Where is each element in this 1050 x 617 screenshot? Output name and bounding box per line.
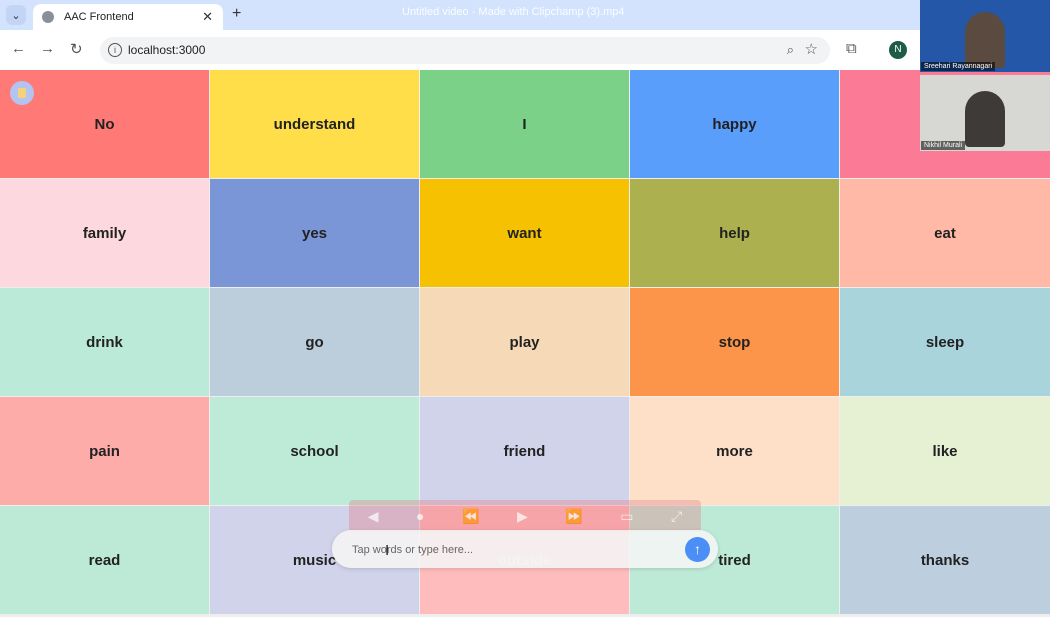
send-button[interactable]: ↑ xyxy=(685,537,710,562)
message-input[interactable] xyxy=(350,540,674,560)
word-tile[interactable]: thanks xyxy=(840,506,1050,614)
profile-avatar[interactable]: N xyxy=(889,41,907,59)
note-icon xyxy=(18,88,26,98)
url-text[interactable]: localhost:3000 xyxy=(128,43,205,57)
text-cursor-icon: I xyxy=(385,542,390,559)
fullscreen-icon[interactable]: ⤢ xyxy=(671,508,682,525)
notes-button[interactable] xyxy=(10,81,34,105)
participant-name: Nikhil Murali xyxy=(921,141,966,150)
word-tile[interactable]: I xyxy=(420,70,629,178)
word-tile[interactable]: happy xyxy=(630,70,839,178)
play-icon[interactable]: ▶ xyxy=(517,508,528,525)
tab-title: AAC Frontend xyxy=(64,11,134,23)
word-tile[interactable]: more xyxy=(630,397,839,505)
extensions-icon[interactable]: ⧉ xyxy=(846,40,857,57)
address-bar[interactable]: i localhost:3000 ⌕ ☆ xyxy=(100,37,830,64)
word-tile[interactable]: want xyxy=(420,179,629,287)
globe-icon xyxy=(42,11,54,23)
word-tile[interactable]: drink xyxy=(0,288,209,396)
word-tile[interactable]: eat xyxy=(840,179,1050,287)
participant-video-tile: Sreehari Rayannagari xyxy=(920,0,1050,72)
word-tile[interactable]: help xyxy=(630,179,839,287)
bookmark-star-icon[interactable]: ☆ xyxy=(805,40,818,58)
forward-button[interactable]: → xyxy=(40,40,55,57)
volume-icon[interactable]: ◀ xyxy=(368,508,379,525)
fast-forward-icon[interactable]: ⏩ xyxy=(565,508,582,525)
word-tile[interactable]: family xyxy=(0,179,209,287)
word-tile[interactable]: stop xyxy=(630,288,839,396)
word-tile[interactable]: go xyxy=(210,288,419,396)
word-tile[interactable]: play xyxy=(420,288,629,396)
close-icon[interactable]: ✕ xyxy=(202,9,213,25)
participant-avatar xyxy=(965,91,1005,147)
video-title: Untitled video - Made with Clipchamp (3)… xyxy=(402,6,625,18)
participant-video-tile: Nikhil Murali xyxy=(920,75,1050,151)
word-tile[interactable]: sleep xyxy=(840,288,1050,396)
new-tab-button[interactable]: + xyxy=(232,5,241,23)
word-tile[interactable]: like xyxy=(840,397,1050,505)
browser-tab-strip: ⌄ AAC Frontend ✕ + Untitled video - Made… xyxy=(0,0,1050,30)
word-tile[interactable]: read xyxy=(0,506,209,614)
back-button[interactable]: ← xyxy=(11,40,26,57)
word-tile[interactable]: pain xyxy=(0,397,209,505)
record-icon[interactable]: ● xyxy=(416,508,424,524)
participant-avatar xyxy=(965,12,1005,68)
site-info-icon[interactable]: i xyxy=(108,43,122,57)
reload-button[interactable]: ↻ xyxy=(70,40,83,58)
word-tile[interactable]: understand xyxy=(210,70,419,178)
screen-icon[interactable]: ▭ xyxy=(620,508,633,525)
tab-search-dropdown[interactable]: ⌄ xyxy=(6,5,26,25)
message-input-bar: ↑ xyxy=(332,530,718,568)
participant-name: Sreehari Rayannagari xyxy=(921,62,996,71)
zoom-icon[interactable]: ⌕ xyxy=(787,42,794,58)
rewind-icon[interactable]: ⏪ xyxy=(462,508,479,525)
word-tile[interactable]: friend xyxy=(420,397,629,505)
word-tile[interactable]: yes xyxy=(210,179,419,287)
video-player-controls: ◀ ● ⏪ ▶ ⏩ ▭ ⤢ xyxy=(349,500,701,532)
word-tile[interactable]: school xyxy=(210,397,419,505)
browser-tab[interactable]: AAC Frontend ✕ xyxy=(33,4,223,30)
